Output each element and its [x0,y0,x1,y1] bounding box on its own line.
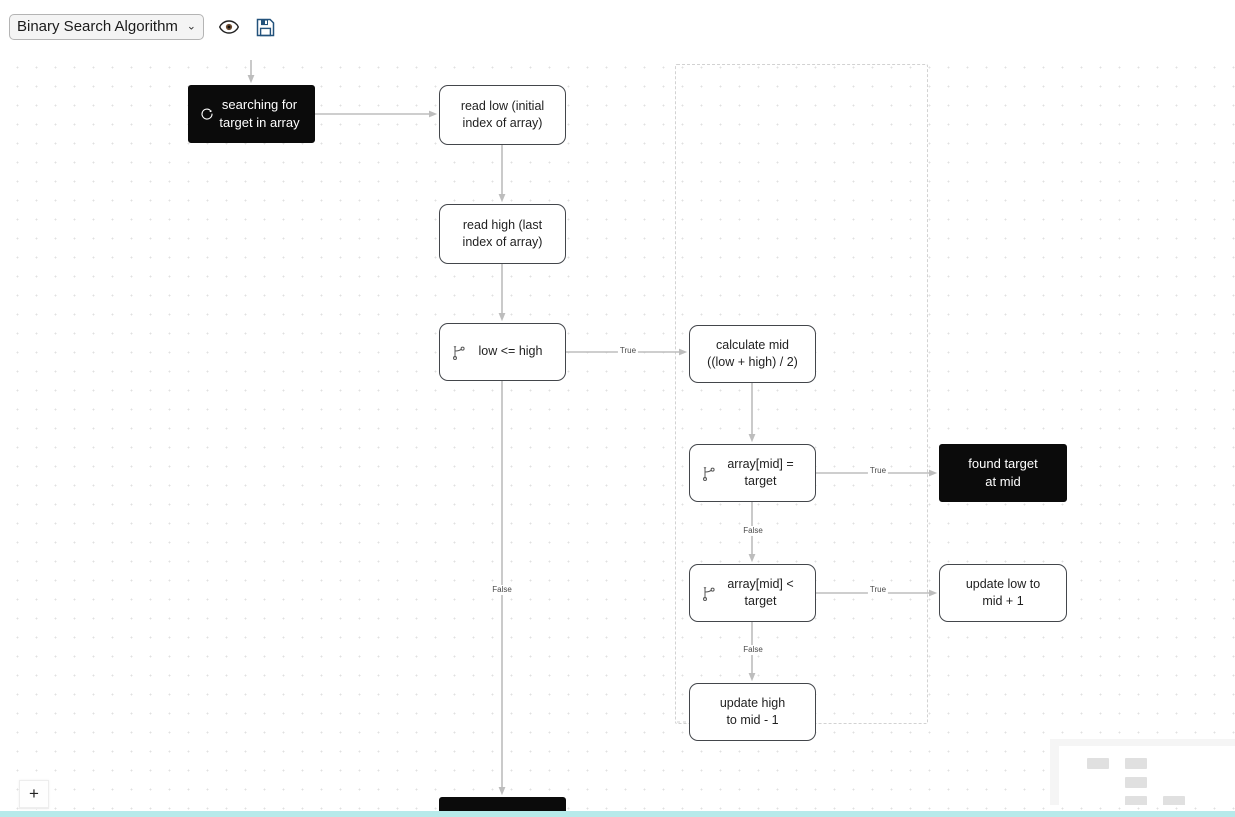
minimap-node [1087,758,1109,769]
node-arr-lt-target[interactable]: array[mid] < target [689,564,816,622]
minimap-node [1163,796,1185,805]
node-label: read high (last index of array) [462,217,543,250]
spinner-icon [199,106,215,122]
node-arr-eq-target[interactable]: array[mid] = target [689,444,816,502]
branch-icon [450,344,466,360]
edge-label-arr-lt-true: True [867,585,889,595]
edge-label-arr-eq-false: False [741,526,765,536]
minimap[interactable] [1050,739,1235,805]
minimap-node [1125,796,1147,805]
node-found-target[interactable]: found target at mid [939,444,1067,502]
edge-label-arr-eq-true: True [867,466,889,476]
node-label: read low (initial index of array) [460,98,545,131]
node-label: update high to mid - 1 [719,695,786,728]
edge-layer [247,60,938,796]
minimap-viewport[interactable] [1059,746,1235,805]
node-update-high[interactable]: update high to mid - 1 [689,683,816,741]
minimap-node [1125,758,1147,769]
edge-label-arr-lt-false: False [741,645,765,655]
branch-icon [700,585,716,601]
flowchart-select[interactable]: Binary Search Algorithm [9,14,204,40]
node-label: low <= high [478,344,543,359]
flow-canvas[interactable]: searching for target in array read low (i… [0,54,1235,811]
node-label: array[mid] < target [727,576,794,609]
node-label: calculate mid ((low + high) / 2) [707,337,798,370]
edge-label-low-le-high-true: True [617,346,639,356]
node-label: update low to mid + 1 [965,576,1041,609]
node-not-found[interactable]: Target not [439,797,566,811]
node-calc-mid[interactable]: calculate mid ((low + high) / 2) [689,325,816,383]
save-icon [256,18,274,36]
preview-button[interactable] [218,16,240,38]
node-read-low[interactable]: read low (initial index of array) [439,85,566,145]
bottom-accent-bar [0,811,1235,817]
zoom-in-button[interactable]: + [20,781,48,808]
node-low-le-high[interactable]: low <= high [439,323,566,381]
minimap-node [1125,777,1147,788]
edge-label-low-le-high-false: False [490,585,514,595]
flow-select-wrapper: Binary Search Algorithm ⌄ [9,14,204,40]
flowchart-editor: Binary Search Algorithm ⌄ searching for … [0,0,1235,817]
eye-icon [219,20,239,34]
zoom-controls: + [19,780,49,809]
branch-icon [700,465,716,481]
node-start[interactable]: searching for target in array [188,85,315,143]
save-button[interactable] [254,16,276,38]
node-label: searching for target in array [219,97,300,130]
node-label: array[mid] = target [727,456,794,489]
toolbar: Binary Search Algorithm ⌄ [0,0,1235,54]
node-read-high[interactable]: read high (last index of array) [439,204,566,264]
node-update-low[interactable]: update low to mid + 1 [939,564,1067,622]
node-label: found target at mid [968,456,1038,489]
loop-group-container[interactable] [675,64,928,724]
